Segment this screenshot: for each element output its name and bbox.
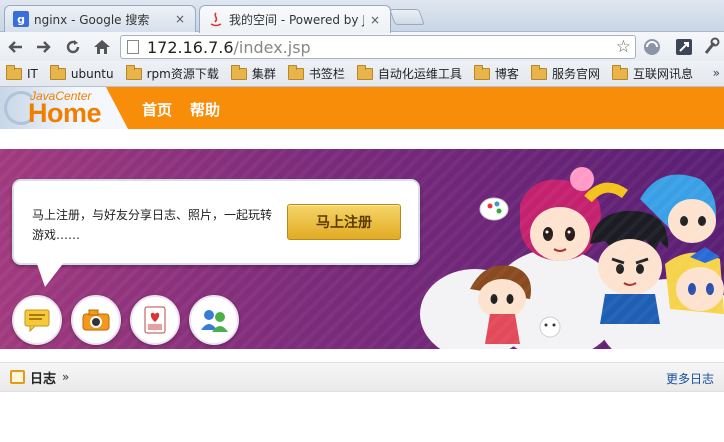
bookmark-folder[interactable]: 集群	[230, 64, 276, 82]
forward-arrow-icon	[37, 41, 51, 53]
java-icon	[208, 11, 224, 28]
folder-icon	[230, 64, 247, 80]
camera-icon	[82, 309, 110, 331]
blog-section-header: 日志 » 更多日志	[0, 362, 724, 392]
poker-card-icon	[144, 306, 166, 334]
feature-blog-button[interactable]	[12, 295, 62, 345]
close-icon[interactable]: ×	[173, 12, 187, 26]
back-arrow-icon	[8, 41, 22, 53]
cartoon-characters-illustration	[470, 167, 724, 344]
home-button[interactable]	[91, 36, 113, 58]
cloud-shape	[600, 279, 724, 349]
forward-button[interactable]	[33, 36, 55, 58]
tab-strip: g nginx - Google 搜索 × 我的空间 - Powered by …	[0, 0, 724, 33]
folder-icon	[473, 64, 490, 80]
signup-speech-bubble: 马上注册，与好友分享日志、照片，一起玩转游戏…… 马上注册	[12, 179, 420, 265]
folder-icon	[6, 64, 22, 80]
feature-friends-button[interactable]	[189, 295, 239, 345]
feature-game-button[interactable]	[130, 295, 180, 345]
google-g-icon: g	[13, 11, 29, 27]
speech-bubble-tail	[36, 261, 65, 287]
tab-title: 我的空间 - Powered by J	[229, 13, 364, 27]
url-host: 172.16.7.6	[147, 37, 234, 57]
url-path: /index.jsp	[233, 37, 311, 57]
bookmark-folder[interactable]: rpm资源下载	[125, 64, 219, 82]
back-button[interactable]	[4, 36, 26, 58]
nav-help-link[interactable]: 帮助	[190, 99, 220, 120]
screenshot-extension-icon[interactable]	[674, 37, 694, 57]
close-icon[interactable]: ×	[368, 13, 382, 27]
extension-icon[interactable]	[642, 37, 662, 57]
blog-note-icon	[24, 309, 50, 333]
bookmark-folder[interactable]: 博客	[473, 64, 519, 82]
blog-icon	[10, 370, 25, 384]
logo-text-bottom: Home	[28, 98, 102, 128]
bookmark-folder[interactable]: 服务官网	[530, 64, 600, 82]
site-logo[interactable]: JavaCenter Home	[0, 87, 128, 129]
cloud-shape	[490, 249, 620, 349]
section-arrow: »	[62, 370, 70, 384]
bookmark-folder[interactable]: ubuntu	[49, 64, 114, 81]
folder-icon	[356, 64, 373, 80]
folder-icon	[49, 64, 66, 80]
section-title[interactable]: 日志	[30, 368, 56, 387]
main-nav: 首页 帮助	[142, 99, 220, 120]
page-icon	[127, 40, 139, 54]
reload-icon	[66, 40, 80, 54]
signup-message: 马上注册，与好友分享日志、照片，一起玩转游戏……	[32, 208, 273, 242]
site-header: JavaCenter Home 首页 帮助	[0, 87, 724, 129]
wrench-menu-icon[interactable]	[702, 37, 722, 57]
folder-icon	[530, 64, 547, 80]
bookmark-folder[interactable]: 自动化运维工具	[356, 64, 462, 82]
new-tab-button[interactable]	[389, 9, 425, 25]
bookmark-folder[interactable]: 互联网讯息	[611, 64, 693, 82]
folder-icon	[287, 64, 304, 80]
nav-home-link[interactable]: 首页	[142, 99, 172, 120]
bookmark-folder[interactable]: 书签栏	[287, 64, 345, 82]
feature-photo-button[interactable]	[71, 295, 121, 345]
bookmark-star-icon[interactable]: ☆	[616, 37, 631, 57]
tab-title: nginx - Google 搜索	[34, 12, 150, 27]
more-blogs-link[interactable]: 更多日志	[666, 370, 714, 387]
tab-google-search[interactable]: g nginx - Google 搜索 ×	[4, 5, 196, 32]
friends-icon	[201, 310, 228, 332]
browser-toolbar: 172.16.7.6/index.jsp ☆	[0, 32, 724, 61]
address-bar[interactable]: 172.16.7.6/index.jsp ☆	[120, 35, 636, 59]
reload-button[interactable]	[62, 36, 84, 58]
folder-icon	[611, 64, 628, 80]
tab-my-space[interactable]: 我的空间 - Powered by J ×	[199, 5, 391, 33]
cloud-shape	[420, 269, 530, 349]
bookmarks-overflow-button[interactable]: »	[713, 66, 720, 80]
folder-icon	[125, 64, 142, 80]
header-spacer	[0, 129, 724, 149]
bookmark-folder[interactable]: IT	[6, 64, 38, 81]
home-icon	[94, 40, 110, 54]
signup-button[interactable]: 马上注册	[287, 204, 401, 240]
bookmarks-bar: IT ubuntu rpm资源下载 集群 书签栏 自动化运维工具 博客 服务官网…	[0, 61, 724, 87]
welcome-banner: 马上注册，与好友分享日志、照片，一起玩转游戏…… 马上注册	[0, 149, 724, 349]
